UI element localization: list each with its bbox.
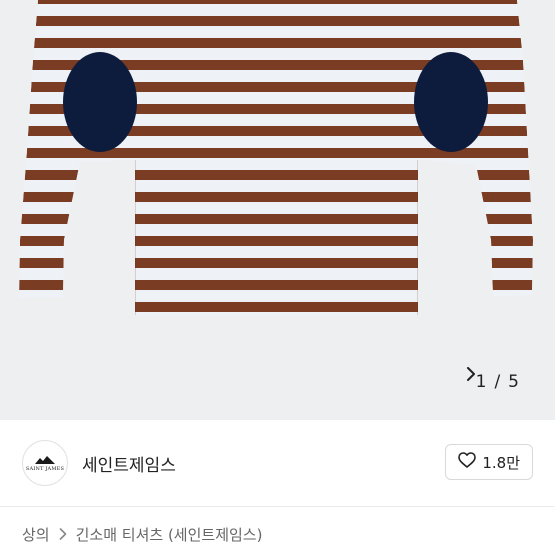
chevron-right-icon [59,526,67,544]
brand-name[interactable]: 세인트제임스 [82,451,176,476]
left-elbow-patch [63,52,137,152]
like-count: 1.8만 [482,453,520,472]
pager-total: 5 [508,372,519,392]
image-pager[interactable]: 1 / 5 [466,367,535,397]
product-image [19,0,533,315]
heart-outline-icon [458,452,477,472]
breadcrumb-item-category[interactable]: 긴소매 티셔츠 (세인트제임스) [76,524,263,545]
pager-separator: / [494,372,501,392]
product-image-gallery[interactable]: 1 / 5 [0,0,555,420]
right-elbow-patch [414,52,488,152]
brand-logo-emblem [35,455,55,464]
pager-current: 1 [475,372,487,392]
section-divider [0,506,555,507]
brand-logo-text: SAINT JAMES [25,465,65,472]
brand-logo[interactable]: SAINT JAMES [22,440,68,486]
brand-row: SAINT JAMES 세인트제임스 1.8만 [0,420,555,506]
breadcrumb: 상의 긴소매 티셔츠 (세인트제임스) [22,524,262,545]
breadcrumb-item-top[interactable]: 상의 [22,524,50,545]
like-button[interactable]: 1.8만 [445,444,533,480]
